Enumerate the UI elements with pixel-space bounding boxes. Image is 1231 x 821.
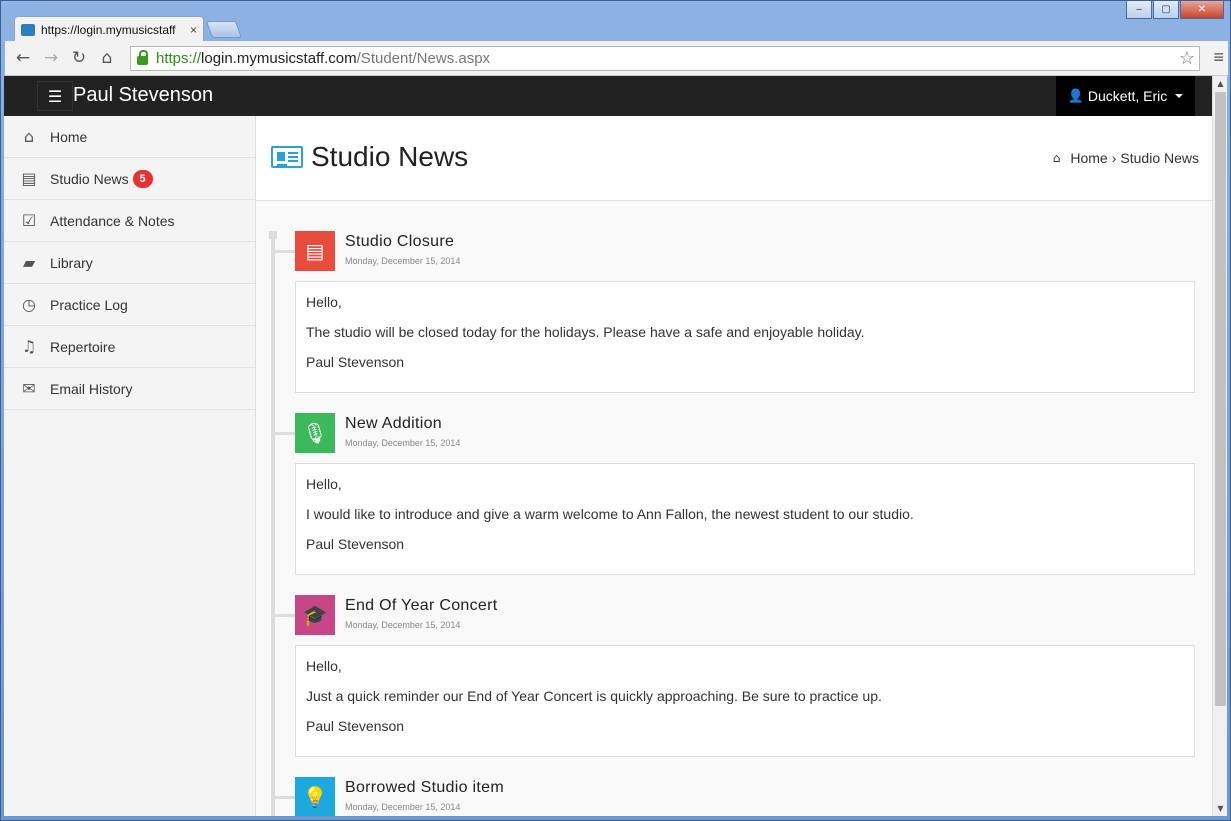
user-name: Duckett, Eric: [1087, 88, 1168, 104]
news-title: Borrowed Studio item: [345, 779, 504, 796]
brand-title[interactable]: Paul Stevenson: [73, 84, 213, 107]
page-viewport: ☰ Paul Stevenson 👤 Duckett, Eric ⌂ Home …: [4, 76, 1212, 816]
chrome-menu-icon[interactable]: ≡: [1213, 47, 1224, 68]
caret-down-icon: [1175, 94, 1184, 98]
user-icon: 👤: [1067, 88, 1084, 104]
app-navbar: ☰ Paul Stevenson 👤 Duckett, Eric: [4, 76, 1212, 116]
news-line: I would like to introduce and give a war…: [306, 506, 914, 522]
url-scheme: https://: [156, 50, 202, 67]
news-date: Monday, December 15, 2014: [345, 256, 461, 266]
news-card: Hello, Just a quick reminder our End of …: [295, 645, 1195, 757]
breadcrumb-separator: ›: [1111, 150, 1117, 166]
news-card: Hello, I would like to introduce and giv…: [295, 463, 1195, 575]
news-title: End Of Year Concert: [345, 597, 498, 614]
favicon-icon: [21, 23, 35, 36]
news-timeline: ▤ Studio Closure Monday, December 15, 20…: [256, 201, 1212, 816]
url-host: login.mymusicstaff.com: [201, 50, 357, 67]
close-window-button[interactable]: ✕: [1180, 1, 1224, 19]
sidebar-item-label: Home: [50, 128, 88, 145]
sidebar-item-library[interactable]: ▰ Library: [4, 242, 255, 284]
minimize-button[interactable]: ‒: [1126, 1, 1152, 19]
scroll-up-arrow-icon[interactable]: ▲: [1213, 76, 1228, 91]
back-arrow-icon[interactable]: ←: [9, 44, 37, 72]
newspaper-icon: ▤: [21, 169, 37, 188]
sidebar-item-label: Email History: [50, 380, 133, 397]
news-card: Hello, The studio will be closed today f…: [295, 281, 1195, 393]
page-title: Studio News: [311, 141, 469, 172]
checkbox-icon: ☑: [21, 211, 37, 230]
sidebar: ⌂ Home ▤ Studio News 5 ☑ Attendance & No…: [4, 116, 256, 816]
news-title: Studio Closure: [345, 233, 455, 250]
news-date: Monday, December 15, 2014: [345, 620, 461, 630]
news-line: The studio will be closed today for the …: [306, 324, 865, 340]
sidebar-item-label: Library: [50, 254, 93, 271]
lock-icon: [137, 50, 148, 65]
tab-title: https://login.mymusicstaff: [41, 22, 176, 37]
timeline-line: [271, 236, 275, 816]
news-line: Paul Stevenson: [306, 354, 405, 370]
reload-icon[interactable]: ↻: [65, 44, 93, 72]
sidebar-item-repertoire[interactable]: ♫ Repertoire: [4, 326, 255, 368]
vertical-scrollbar[interactable]: ▲ ▼: [1212, 76, 1227, 816]
main-content: Studio News ⌂ Home › Studio News ▤ Studi…: [256, 116, 1212, 816]
tab-close-icon[interactable]: ×: [190, 23, 197, 37]
sidebar-item-label: Repertoire: [50, 338, 116, 355]
unread-count-badge: 5: [132, 169, 153, 188]
newspaper-icon: [271, 146, 303, 168]
scrollbar-thumb[interactable]: [1215, 92, 1226, 706]
hamburger-menu-icon[interactable]: ☰: [37, 81, 73, 111]
lightbulb-icon: 💡: [273, 777, 335, 816]
home-icon: ⌂: [23, 127, 35, 146]
news-line: Hello,: [306, 658, 342, 674]
sidebar-item-email-history[interactable]: ✉ Email History: [4, 368, 255, 410]
book-icon: ▰: [22, 253, 36, 272]
news-title: New Addition: [345, 415, 442, 432]
sidebar-item-attendance-notes[interactable]: ☑ Attendance & Notes: [4, 200, 255, 242]
news-line: Just a quick reminder our End of Year Co…: [306, 688, 882, 704]
timeline-cap: [269, 231, 277, 239]
sidebar-item-label: Studio News: [50, 170, 129, 187]
news-line: Paul Stevenson: [306, 718, 405, 734]
user-menu-dropdown[interactable]: 👤 Duckett, Eric: [1056, 76, 1195, 116]
sidebar-item-home[interactable]: ⌂ Home: [4, 116, 255, 158]
address-bar[interactable]: https://login.mymusicstaff.com/Student/N…: [130, 46, 1200, 71]
newspaper-icon: ▤: [273, 231, 335, 271]
music-note-icon: ♫: [21, 337, 37, 356]
microphone-icon: 🎙: [273, 413, 335, 453]
breadcrumb-home-link[interactable]: Home: [1070, 150, 1107, 166]
news-date: Monday, December 15, 2014: [345, 438, 461, 448]
bookmark-star-icon[interactable]: ☆: [1179, 48, 1195, 69]
news-line: Hello,: [306, 294, 342, 310]
home-icon: ⌂: [1052, 151, 1061, 165]
page-header: Studio News ⌂ Home › Studio News: [256, 116, 1212, 201]
forward-arrow-icon[interactable]: →: [37, 44, 65, 72]
news-line: Hello,: [306, 476, 342, 492]
url-path: /Student/News.aspx: [356, 50, 491, 67]
breadcrumb: ⌂ Home › Studio News: [1053, 150, 1199, 166]
browser-tab[interactable]: https://login.mymusicstaff ×: [14, 16, 204, 42]
window-controls: ‒ ▢ ✕: [1126, 1, 1224, 19]
envelope-icon: ✉: [22, 379, 36, 398]
home-icon[interactable]: ⌂: [93, 44, 121, 72]
sidebar-item-studio-news[interactable]: ▤ Studio News 5: [4, 158, 255, 200]
sidebar-item-label: Attendance & Notes: [50, 212, 175, 229]
news-date: Monday, December 15, 2014: [345, 802, 461, 812]
browser-toolbar: ← → ↻ ⌂ https://login.mymusicstaff.com/S…: [5, 41, 1228, 76]
graduation-cap-icon: 🎓: [273, 595, 335, 635]
breadcrumb-current: Studio News: [1120, 150, 1199, 166]
sidebar-item-practice-log[interactable]: ◷ Practice Log: [4, 284, 255, 326]
scroll-down-arrow-icon[interactable]: ▼: [1213, 801, 1228, 816]
sidebar-item-label: Practice Log: [50, 296, 128, 313]
maximize-button[interactable]: ▢: [1153, 1, 1179, 19]
page-title-group: Studio News: [271, 141, 468, 173]
new-tab-button[interactable]: [205, 21, 243, 38]
news-line: Paul Stevenson: [306, 536, 405, 552]
clock-icon: ◷: [22, 295, 36, 314]
